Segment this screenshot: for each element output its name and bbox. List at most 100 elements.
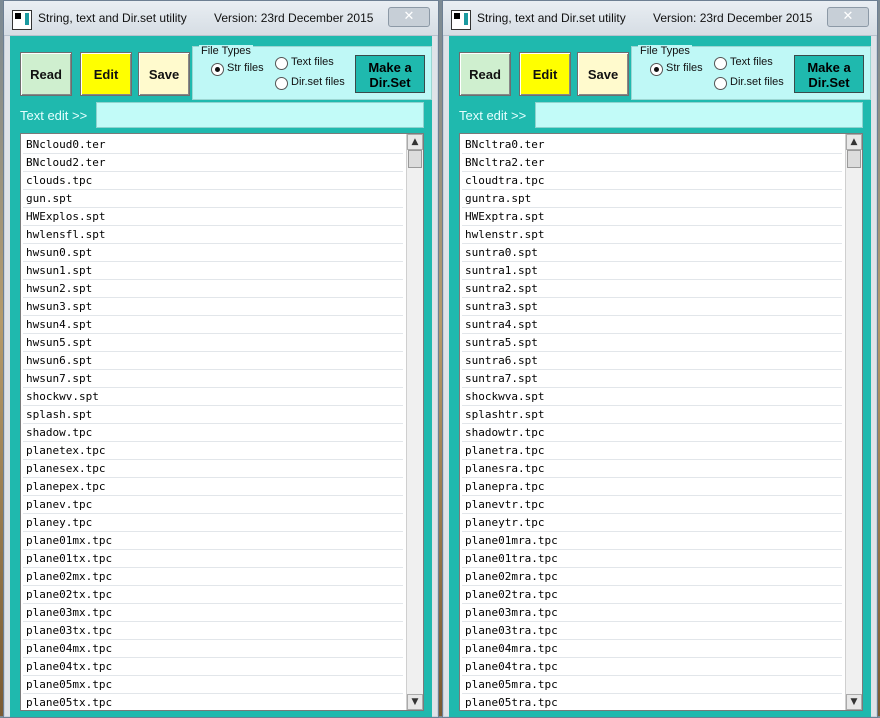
make-dirset-button[interactable]: Make a Dir.Set xyxy=(794,55,864,93)
dirset-files-radio[interactable] xyxy=(275,77,288,90)
file-list-item[interactable]: suntra1.spt xyxy=(462,262,842,280)
file-list-item[interactable]: plane03mx.tpc xyxy=(23,604,403,622)
file-list-item[interactable]: hwsun0.spt xyxy=(23,244,403,262)
file-list-item[interactable]: splashtr.spt xyxy=(462,406,842,424)
file-list-item[interactable]: suntra7.spt xyxy=(462,370,842,388)
edit-button[interactable]: Edit xyxy=(80,52,132,96)
scroll-up-arrow-icon[interactable]: ▲ xyxy=(846,134,862,150)
file-list-item[interactable]: hwsun4.spt xyxy=(23,316,403,334)
read-button[interactable]: Read xyxy=(20,52,72,96)
scroll-down-arrow-icon[interactable]: ▼ xyxy=(407,694,423,710)
file-list-item[interactable]: BNcltra2.ter xyxy=(462,154,842,172)
str-files-radio[interactable] xyxy=(211,63,224,76)
scroll-thumb[interactable] xyxy=(847,150,861,168)
file-list-item[interactable]: plane01tra.tpc xyxy=(462,550,842,568)
file-list-item[interactable]: hwlensfl.spt xyxy=(23,226,403,244)
scroll-up-arrow-icon[interactable]: ▲ xyxy=(407,134,423,150)
file-list-item[interactable]: plane05tra.tpc xyxy=(462,694,842,710)
file-listbox[interactable]: BNcloud0.ter BNcloud2.ter clouds.tpc gun.sp… xyxy=(20,133,424,711)
file-list-item[interactable]: plane05mra.tpc xyxy=(462,676,842,694)
scroll-down-arrow-icon[interactable]: ▼ xyxy=(846,694,862,710)
file-list-item[interactable]: plane04tx.tpc xyxy=(23,658,403,676)
file-list-item[interactable]: plane03tx.tpc xyxy=(23,622,403,640)
file-list-item[interactable]: hwsun5.spt xyxy=(23,334,403,352)
title-bar[interactable]: String, text and Dir.set utility Version… xyxy=(443,1,877,36)
file-list-item[interactable]: HWExptra.spt xyxy=(462,208,842,226)
file-list-item[interactable]: suntra3.spt xyxy=(462,298,842,316)
file-list-item[interactable]: gun.spt xyxy=(23,190,403,208)
file-list-item[interactable]: plane03tra.tpc xyxy=(462,622,842,640)
file-list-item[interactable]: hwsun3.spt xyxy=(23,298,403,316)
file-list-item[interactable]: plane04mra.tpc xyxy=(462,640,842,658)
file-list-item[interactable]: hwsun6.spt xyxy=(23,352,403,370)
file-list-item[interactable]: plane04mx.tpc xyxy=(23,640,403,658)
file-list-item[interactable]: suntra5.spt xyxy=(462,334,842,352)
file-list-item[interactable]: shadowtr.tpc xyxy=(462,424,842,442)
file-list-item[interactable]: plane02mx.tpc xyxy=(23,568,403,586)
file-list-item[interactable]: planey.tpc xyxy=(23,514,403,532)
file-list-item[interactable]: plane01mx.tpc xyxy=(23,532,403,550)
dirset-files-radio[interactable] xyxy=(714,77,727,90)
file-list-item[interactable]: plane03mra.tpc xyxy=(462,604,842,622)
read-button[interactable]: Read xyxy=(459,52,511,96)
file-list-item[interactable]: planetra.tpc xyxy=(462,442,842,460)
file-list-item[interactable]: hwsun1.spt xyxy=(23,262,403,280)
vertical-scrollbar[interactable]: ▲ ▼ xyxy=(406,134,423,710)
file-list-item[interactable]: BNcltra0.ter xyxy=(462,136,842,154)
scroll-thumb[interactable] xyxy=(408,150,422,168)
file-list-item[interactable]: suntra6.spt xyxy=(462,352,842,370)
file-list-item[interactable]: plane02mra.tpc xyxy=(462,568,842,586)
file-list-item[interactable]: shockwva.spt xyxy=(462,388,842,406)
file-list-item[interactable]: guntra.spt xyxy=(462,190,842,208)
edit-button[interactable]: Edit xyxy=(519,52,571,96)
file-list-item[interactable]: cloudtra.tpc xyxy=(462,172,842,190)
dirset-files-label: Dir.set files xyxy=(291,76,345,88)
file-list-item[interactable]: plane02tx.tpc xyxy=(23,586,403,604)
file-list-item[interactable]: planesra.tpc xyxy=(462,460,842,478)
file-list-item[interactable]: BNcloud2.ter xyxy=(23,154,403,172)
file-list-item[interactable]: plane01tx.tpc xyxy=(23,550,403,568)
file-list-item[interactable]: suntra2.spt xyxy=(462,280,842,298)
file-list-item[interactable]: clouds.tpc xyxy=(23,172,403,190)
file-list-item[interactable]: planepra.tpc xyxy=(462,478,842,496)
file-listbox[interactable]: BNcltra0.ter BNcltra2.ter cloudtra.tpc gunt… xyxy=(459,133,863,711)
utility-window-right: String, text and Dir.set utility Version… xyxy=(442,0,878,718)
file-list-item[interactable]: planeytr.tpc xyxy=(462,514,842,532)
file-list-item[interactable]: plane04tra.tpc xyxy=(462,658,842,676)
text-edit-input[interactable] xyxy=(96,102,424,128)
file-list-item[interactable]: shadow.tpc xyxy=(23,424,403,442)
vertical-scrollbar[interactable]: ▲ ▼ xyxy=(845,134,862,710)
file-list-item[interactable]: plane02tra.tpc xyxy=(462,586,842,604)
file-list-item[interactable]: hwsun7.spt xyxy=(23,370,403,388)
save-button[interactable]: Save xyxy=(138,52,190,96)
text-files-radio[interactable] xyxy=(275,57,288,70)
file-list-item[interactable]: planevtr.tpc xyxy=(462,496,842,514)
file-list-item[interactable]: plane05mx.tpc xyxy=(23,676,403,694)
close-button[interactable]: ✕ xyxy=(388,7,430,27)
file-list-item[interactable]: planev.tpc xyxy=(23,496,403,514)
file-list-item[interactable]: suntra4.spt xyxy=(462,316,842,334)
file-list-item[interactable]: plane01mra.tpc xyxy=(462,532,842,550)
file-list-item[interactable]: suntra0.spt xyxy=(462,244,842,262)
make-dirset-button[interactable]: Make a Dir.Set xyxy=(355,55,425,93)
file-list-item[interactable]: planetex.tpc xyxy=(23,442,403,460)
title-bar[interactable]: String, text and Dir.set utility Version… xyxy=(4,1,438,36)
file-list-item[interactable]: splash.spt xyxy=(23,406,403,424)
file-list-item[interactable]: planepex.tpc xyxy=(23,478,403,496)
file-list-item[interactable]: planesex.tpc xyxy=(23,460,403,478)
close-button[interactable]: ✕ xyxy=(827,7,869,27)
file-list-item[interactable]: HWExplos.spt xyxy=(23,208,403,226)
file-list-item[interactable]: plane05tx.tpc xyxy=(23,694,403,710)
file-list-item[interactable]: hwsun2.spt xyxy=(23,280,403,298)
dirset-files-label: Dir.set files xyxy=(730,76,784,88)
text-files-radio[interactable] xyxy=(714,57,727,70)
save-button[interactable]: Save xyxy=(577,52,629,96)
text-edit-label: Text edit >> xyxy=(459,108,527,123)
str-files-radio[interactable] xyxy=(650,63,663,76)
file-list-item[interactable]: BNcloud0.ter xyxy=(23,136,403,154)
file-list-item[interactable]: shockwv.spt xyxy=(23,388,403,406)
version-label: Version: 23rd December 2015 xyxy=(214,11,374,25)
file-list: BNcloud0.ter BNcloud2.ter clouds.tpc gun.sp… xyxy=(23,136,403,710)
text-edit-input[interactable] xyxy=(535,102,863,128)
file-list-item[interactable]: hwlenstr.spt xyxy=(462,226,842,244)
